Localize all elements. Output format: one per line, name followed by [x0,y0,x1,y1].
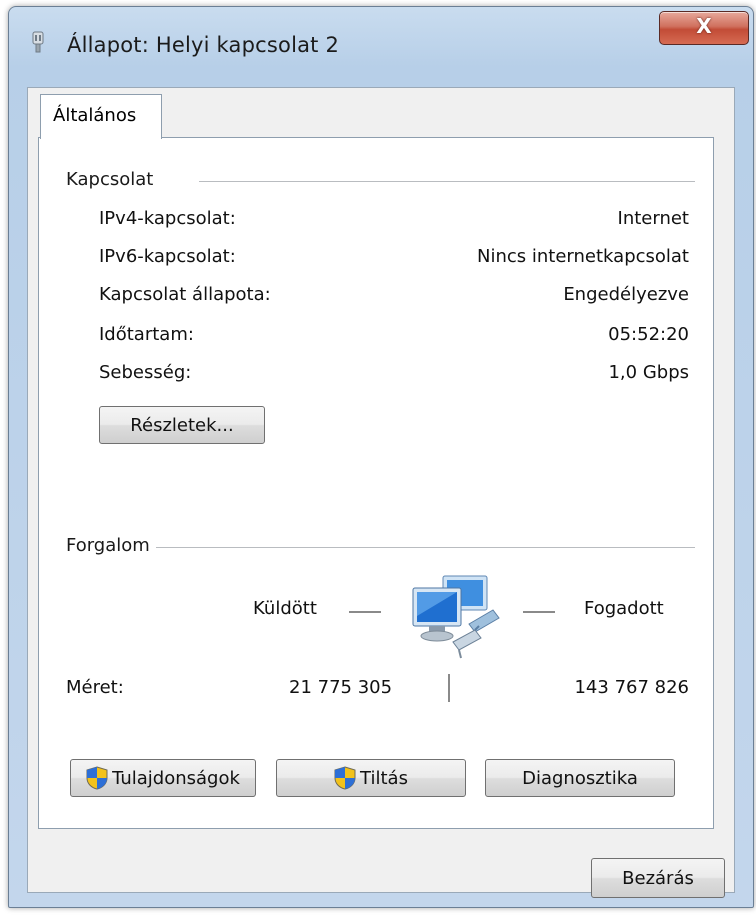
title-bar[interactable]: Állapot: Helyi kapcsolat 2 X [9,7,753,77]
ipv4-label: IPv4-kapcsolat: [99,208,236,229]
media-state-label: Kapcsolat állapota: [99,284,271,305]
ipv6-label: IPv6-kapcsolat: [99,246,236,267]
sent-label: Küldött [253,598,317,619]
ipv6-value: Nincs internetkapcsolat [477,246,689,267]
duration-label: Időtartam: [99,324,194,345]
traffic-group-heading: Forgalom [66,535,150,556]
received-bytes-value: 143 767 826 [574,677,689,698]
properties-button-label: Tulajdonságok [112,767,240,789]
connection-group-heading: Kapcsolat [66,169,154,190]
details-button[interactable]: Részletek... [99,406,265,444]
status-dialog: Állapot: Helyi kapcsolat 2 X Általános K… [8,6,754,908]
uac-shield-icon [86,766,108,790]
sent-bytes-value: 21 775 305 [289,677,393,698]
disable-button-label: Tiltás [360,767,408,789]
sent-line [349,611,381,613]
window-title: Állapot: Helyi kapcsolat 2 [67,33,340,57]
speed-label: Sebesség: [99,362,192,383]
duration-value: 05:52:20 [608,324,689,345]
tab-general[interactable]: Általános [40,94,162,139]
tab-general-label: Általános [53,105,137,126]
ipv4-value: Internet [617,208,689,229]
received-label: Fogadott [584,598,664,619]
media-state-value: Engedélyezve [563,284,689,305]
connection-group-divider [199,181,695,182]
traffic-group-divider [156,547,695,548]
size-label: Méret: [66,677,124,698]
close-window-button[interactable]: X [659,11,749,45]
properties-button[interactable]: Tulajdonságok [70,759,256,797]
diagnose-button[interactable]: Diagnosztika [485,759,675,797]
network-computers-icon [412,575,500,659]
traffic-separator [448,674,450,702]
received-line [523,611,555,613]
uac-shield-icon [334,766,356,790]
general-tab-panel: Kapcsolat IPv4-kapcsolat: Internet IPv6-… [38,137,714,829]
disable-button[interactable]: Tiltás [276,759,466,797]
close-button[interactable]: Bezárás [591,858,725,898]
close-icon: X [696,14,712,38]
network-adapter-icon [32,31,44,53]
dialog-client-area: Általános Kapcsolat IPv4-kapcsolat: Inte… [27,87,735,898]
speed-value: 1,0 Gbps [608,362,689,383]
